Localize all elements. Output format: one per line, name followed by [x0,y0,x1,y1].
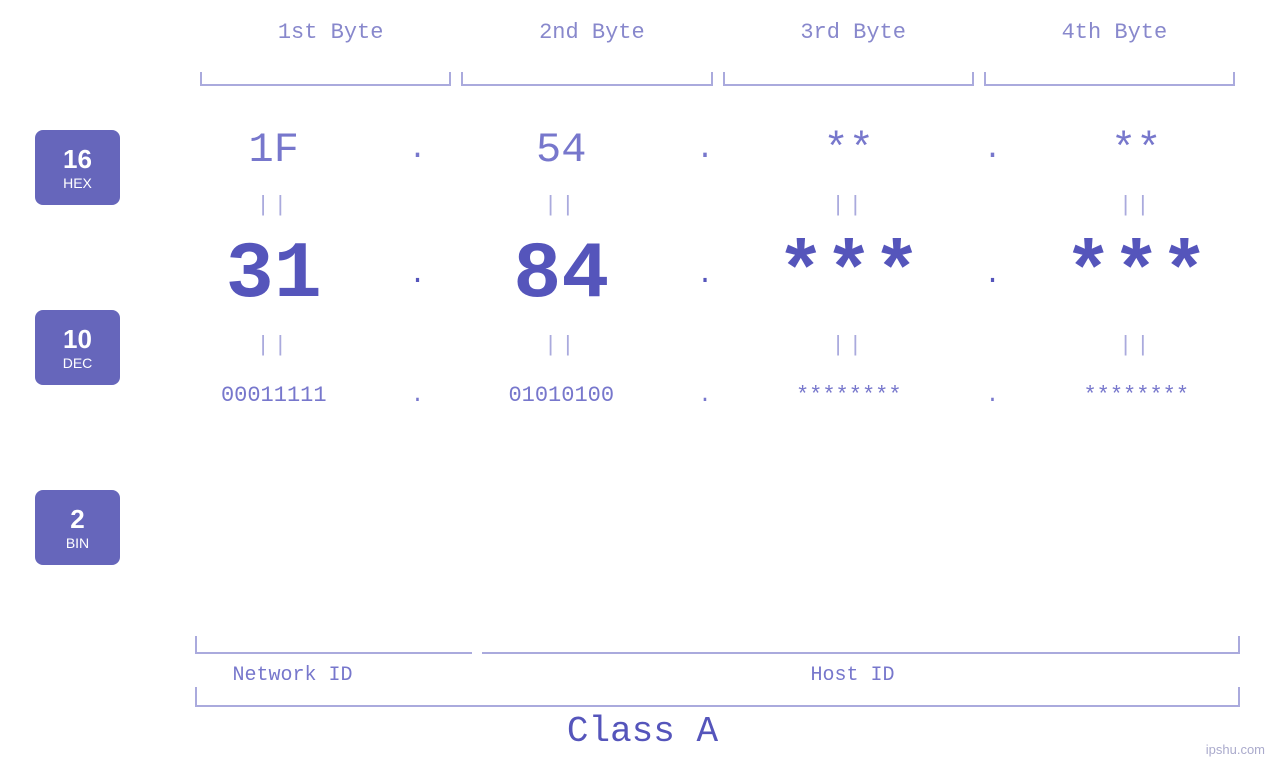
bin-dot1: . [403,383,433,408]
content-area: 1F . 54 . ** . ** || || || || 31 . 84 . … [145,110,1265,430]
bin-row: 00011111 . 01010100 . ******** . *******… [145,360,1265,430]
byte-headers: 1st Byte 2nd Byte 3rd Byte 4th Byte [200,20,1245,45]
base-labels: 16 HEX 10 DEC 2 BIN [35,130,120,565]
network-id-label: Network ID [145,664,440,687]
bin-label: BIN [66,535,89,551]
hex-b4: ** [1008,126,1266,174]
dec-b2: 84 [433,230,691,321]
bin-badge: 2 BIN [35,490,120,565]
bin-b1: 00011111 [145,383,403,408]
hex-b2: 54 [433,126,691,174]
eq1-b1: || [145,193,403,218]
hex-number: 16 [63,144,92,175]
dec-row: 31 . 84 . *** . *** [145,220,1265,330]
hex-row: 1F . 54 . ** . ** [145,110,1265,190]
eq2-b2: || [433,333,691,358]
eq2-b4: || [1008,333,1266,358]
byte4-header: 4th Byte [984,20,1245,45]
watermark: ipshu.com [1206,742,1265,757]
byte2-header: 2nd Byte [461,20,722,45]
host-id-bracket [482,636,1240,654]
dec-b1: 31 [145,230,403,321]
bin-b3: ******** [720,383,978,408]
eq1-b2: || [433,193,691,218]
large-bottom-bracket [195,687,1240,707]
eq1-b4: || [1008,193,1266,218]
bracket-byte2 [461,72,712,94]
bin-b4: ******** [1008,383,1266,408]
byte3-header: 3rd Byte [723,20,984,45]
bin-dot2: . [690,383,720,408]
bin-b2: 01010100 [433,383,691,408]
id-labels: Network ID Host ID [145,664,1265,687]
equals-row-2: || || || || [145,330,1265,360]
network-id-bracket [195,636,472,654]
eq1-b3: || [720,193,978,218]
hex-dot3: . [978,133,1008,167]
host-id-label: Host ID [440,664,1265,687]
dec-dot2: . [690,260,720,291]
byte1-header: 1st Byte [200,20,461,45]
top-brackets [195,72,1240,94]
hex-dot1: . [403,133,433,167]
hex-label: HEX [63,175,92,191]
dec-number: 10 [63,324,92,355]
dec-dot3: . [978,260,1008,291]
bin-dot3: . [978,383,1008,408]
bracket-byte4 [984,72,1235,94]
hex-dot2: . [690,133,720,167]
dec-dot1: . [403,260,433,291]
hex-b1: 1F [145,126,403,174]
eq2-b1: || [145,333,403,358]
equals-row-1: || || || || [145,190,1265,220]
hex-b3: ** [720,126,978,174]
eq2-b3: || [720,333,978,358]
dec-b4: *** [1008,230,1266,321]
dec-badge: 10 DEC [35,310,120,385]
bracket-byte3 [723,72,974,94]
dec-b3: *** [720,230,978,321]
dec-label: DEC [63,355,93,371]
bracket-byte1 [200,72,451,94]
main-container: 1st Byte 2nd Byte 3rd Byte 4th Byte 16 H… [0,0,1285,767]
class-label: Class A [0,711,1285,752]
hex-badge: 16 HEX [35,130,120,205]
bin-number: 2 [70,504,84,535]
